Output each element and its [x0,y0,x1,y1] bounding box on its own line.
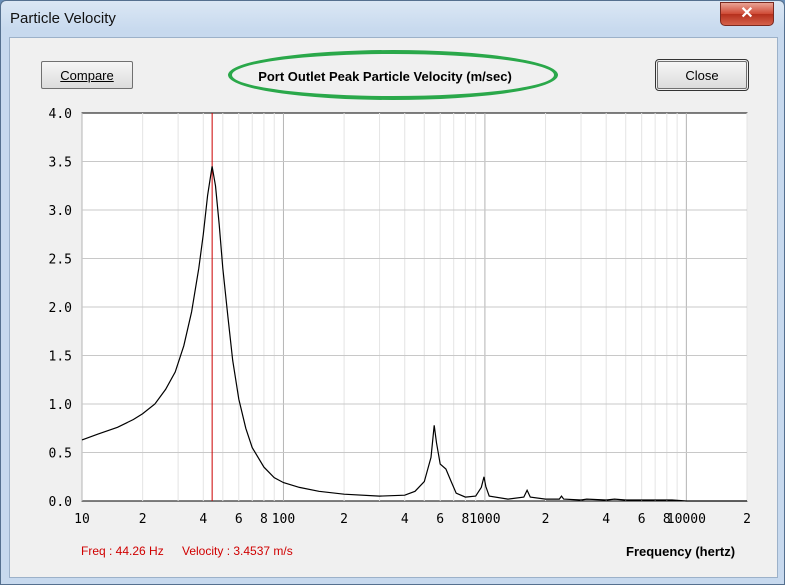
x-tick-label: 10 [74,512,90,527]
freq-readout: Freq : 44.26 Hz [81,544,164,558]
y-tick-label: 0.5 [49,447,72,462]
x-tick-label: 2 [340,512,348,527]
x-tick-label: 2 [542,512,550,527]
window-close-button[interactable]: ✕ [720,2,774,26]
x-tick-label: 100 [272,512,295,527]
y-tick-label: 3.0 [49,204,72,219]
y-tick-label: 2.5 [49,253,72,268]
x-tick-label: 6 [436,512,444,527]
y-tick-label: 1.5 [49,350,72,365]
particle-velocity-window: Particle Velocity ✕ Compare Port Outlet … [0,0,785,585]
title-bar[interactable]: Particle Velocity ✕ [1,1,784,37]
chart-panel: Compare Port Outlet Peak Particle Veloci… [9,37,778,578]
velocity-readout: Velocity : 3.4537 m/s [182,544,293,558]
x-tick-label: 4 [199,512,207,527]
x-tick-label: 1000 [469,512,500,527]
x-tick-label: 4 [401,512,409,527]
x-tick-label: 4 [602,512,610,527]
y-tick-label: 4.0 [49,107,72,122]
x-tick-label: 2 [743,512,751,527]
x-axis-label: Frequency (hertz) [626,544,736,559]
velocity-chart: 0.0 0.5 1.0 1.5 2.0 2.5 3.0 3.5 4.0 10 2 4 6 8 100 2 4 6 8… [49,107,751,527]
x-tick-label: 10000 [667,512,706,527]
window-title: Particle Velocity [10,10,116,27]
y-tick-label: 3.5 [49,156,72,171]
y-tick-label: 2.0 [49,301,72,316]
x-tick-label: 8 [260,512,268,527]
x-tick-label: 8 [461,512,469,527]
x-tick-label: 6 [638,512,646,527]
x-tick-label: 6 [235,512,243,527]
y-tick-label: 0.0 [49,495,72,510]
y-tick-label: 1.0 [49,398,72,413]
x-tick-label: 2 [139,512,147,527]
